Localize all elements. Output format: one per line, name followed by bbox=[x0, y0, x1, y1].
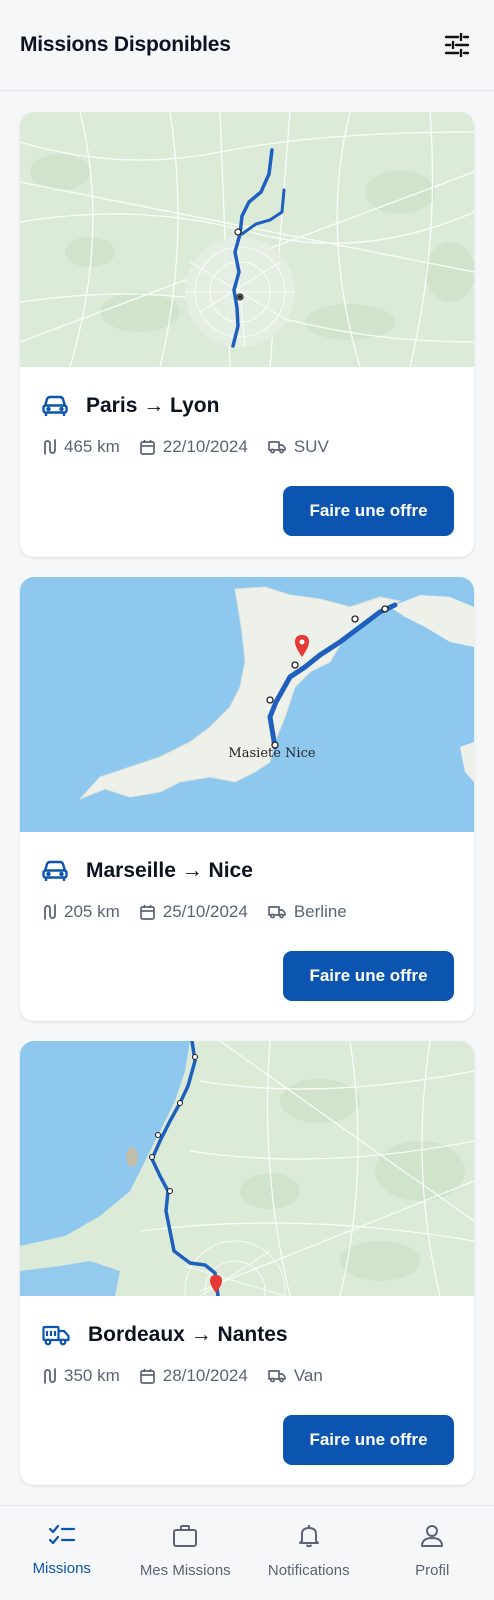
mission-date: 22/10/2024 bbox=[162, 437, 248, 456]
truck-icon bbox=[267, 441, 286, 454]
mission-card[interactable]: Bordeaux → Nantes 350 km 28/10/2024 Van … bbox=[20, 1041, 474, 1485]
mission-vehicle: Van bbox=[293, 1366, 323, 1385]
user-icon bbox=[421, 1525, 444, 1547]
calendar-icon bbox=[139, 1369, 155, 1384]
checklist-icon bbox=[48, 1524, 75, 1545]
make-offer-button[interactable]: Faire une offre bbox=[283, 1415, 454, 1465]
route-icon bbox=[44, 1368, 56, 1384]
mission-route: Bordeaux → Nantes bbox=[88, 1323, 288, 1346]
mission-card[interactable]: Masiete Nice Marseille → Nice 205 km 25/… bbox=[20, 577, 474, 1021]
mission-distance: 205 km bbox=[64, 902, 120, 921]
car-icon bbox=[42, 860, 68, 881]
truck-icon bbox=[267, 906, 286, 919]
map-city-label: Masiete Nice bbox=[228, 746, 315, 761]
calendar-icon bbox=[139, 905, 155, 920]
nav-label: Mes Missions bbox=[139, 1562, 231, 1579]
mission-distance: 350 km bbox=[64, 1366, 120, 1385]
nav-label: Notifications bbox=[267, 1562, 350, 1579]
car-icon bbox=[42, 395, 68, 416]
app-header: Missions Disponibles bbox=[0, 0, 494, 91]
mission-distance: 465 km bbox=[64, 437, 120, 456]
route-icon bbox=[44, 439, 56, 455]
nav-label: Missions bbox=[32, 1560, 91, 1577]
bell-icon bbox=[298, 1525, 319, 1548]
mission-vehicle: Berline bbox=[293, 902, 347, 921]
truck-icon bbox=[267, 1370, 286, 1383]
nav-item-missions[interactable]: Missions bbox=[0, 1506, 124, 1600]
nav-item-profile[interactable]: Profil bbox=[371, 1506, 494, 1600]
make-offer-button[interactable]: Faire une offre bbox=[283, 951, 454, 1001]
mission-vehicle: SUV bbox=[293, 437, 329, 456]
sliders-icon bbox=[444, 33, 470, 57]
nav-item-my-missions[interactable]: Mes Missions bbox=[124, 1506, 248, 1600]
calendar-icon bbox=[139, 440, 155, 455]
mission-route: Marseille → Nice bbox=[86, 859, 253, 882]
mission-date: 28/10/2024 bbox=[162, 1366, 248, 1385]
filter-button[interactable] bbox=[442, 30, 472, 60]
mission-date: 25/10/2024 bbox=[162, 902, 248, 921]
truck-icon bbox=[42, 1325, 70, 1346]
page-title: Missions Disponibles bbox=[20, 33, 231, 56]
route-icon bbox=[44, 904, 56, 920]
nav-item-notifications[interactable]: Notifications bbox=[247, 1506, 371, 1600]
route-map: Masiete Nice bbox=[20, 577, 474, 832]
nav-label: Profil bbox=[415, 1562, 450, 1579]
route-map bbox=[20, 112, 474, 367]
bottom-navigation: Missions Mes Missions Notifications Prof… bbox=[0, 1505, 494, 1600]
route-map bbox=[20, 1041, 474, 1296]
briefcase-icon bbox=[173, 1525, 198, 1547]
mission-card[interactable]: Paris → Lyon 465 km 22/10/2024 SUV Faire… bbox=[20, 112, 474, 557]
make-offer-button[interactable]: Faire une offre bbox=[283, 486, 454, 536]
mission-route: Paris → Lyon bbox=[86, 394, 220, 417]
